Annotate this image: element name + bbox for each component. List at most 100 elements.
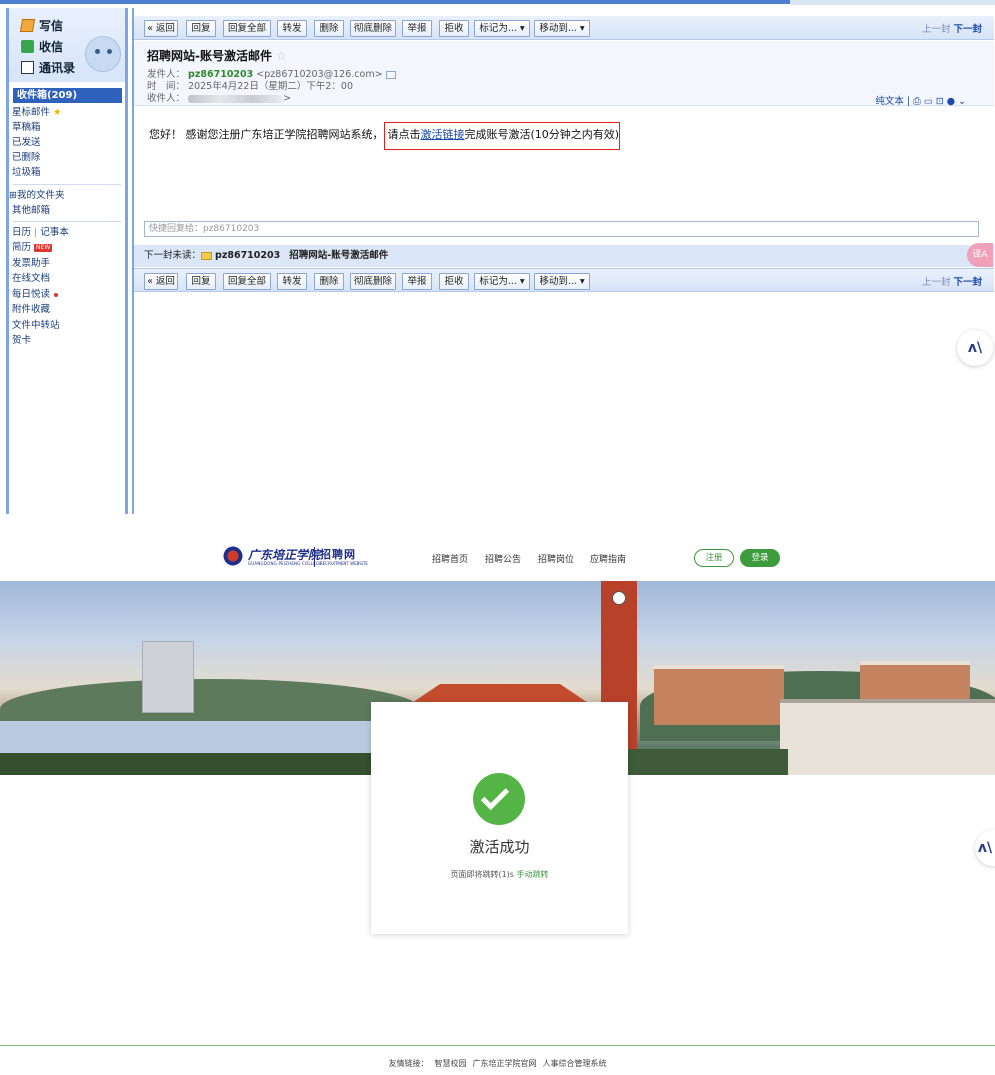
back-button[interactable]: « 返回	[144, 20, 178, 37]
mark-as-dropdown[interactable]: 标记为... ▾	[474, 273, 530, 290]
contacts-button[interactable]: 通讯录	[21, 59, 75, 76]
activation-success-card: 激活成功 页面即将跳转(1)s 手动跳转	[371, 702, 628, 934]
reply-button[interactable]: 回复	[186, 273, 216, 290]
ai-assistant-icon[interactable]: ʌ\	[957, 330, 993, 366]
reply-button[interactable]: 回复	[186, 20, 216, 37]
sidebar-item-invoice[interactable]: 发票助手	[12, 258, 50, 270]
banner-trees	[628, 749, 788, 775]
sidebar-item-online-docs[interactable]: 在线文档	[12, 273, 50, 285]
translate-icon[interactable]: 译A	[967, 243, 993, 267]
footer-divider	[0, 1045, 995, 1046]
back-button[interactable]: « 返回	[144, 273, 178, 290]
contact-card-icon[interactable]	[385, 70, 396, 79]
report-button[interactable]: 举报	[402, 273, 432, 290]
footer-link-smart-campus[interactable]: 智慧校园	[435, 1059, 467, 1068]
banner-building	[142, 641, 194, 713]
sidebar-header: 写信 收信 通讯录	[9, 8, 125, 82]
mascot-avatar-icon	[85, 36, 121, 72]
quick-reply-input[interactable]: 快捷回复给：pz86710203	[144, 221, 979, 237]
write-mail-button[interactable]: 写信	[19, 17, 63, 34]
to-label: 收件人：	[147, 93, 186, 104]
sidebar-item-greeting-card[interactable]: 贺卡	[12, 335, 31, 347]
sidebar-item-notes[interactable]: 记事本	[40, 227, 69, 238]
redacted-recipient	[188, 94, 284, 103]
move-to-dropdown[interactable]: 移动到... ▾	[534, 20, 590, 37]
reject-button[interactable]: 拒收	[439, 20, 469, 37]
nav-positions[interactable]: 招聘岗位	[538, 552, 574, 565]
nav-home[interactable]: 招聘首页	[432, 552, 468, 565]
mail-toolbar-bottom: « 返回 回复 回复全部 转发 删除 彻底删除 举报 拒收 标记为... ▾ 移…	[134, 268, 994, 292]
new-badge: NEW	[34, 243, 53, 252]
favorite-star-icon[interactable]: ☆	[276, 49, 287, 63]
next-unread-bar: 下一封未读： pz86710203 招聘网站-账号激活邮件	[134, 245, 994, 267]
sidebar-item-deleted[interactable]: 已删除	[12, 152, 41, 164]
sidebar-item-other-mailbox[interactable]: 其他邮箱	[12, 205, 50, 217]
next-mail-link[interactable]: 下一封	[953, 24, 982, 35]
footer-links-label: 友情链接：	[388, 1059, 429, 1068]
sidebar-item-starred[interactable]: 星标邮件 ★	[12, 107, 62, 119]
logo-site-name-en: RECRUITMENT WEBSITE	[320, 561, 368, 566]
sidebar-item-spam[interactable]: 垃圾箱	[12, 167, 41, 179]
body-suffix: 完成账号激活(10分钟之内有效)	[464, 128, 620, 141]
prev-mail-link[interactable]: 上一封	[922, 24, 951, 35]
nav-guide[interactable]: 应聘指南	[590, 552, 626, 565]
login-button[interactable]: 登录	[740, 549, 780, 567]
my-folders-label: 我的文件夹	[16, 190, 65, 201]
unread-dot-icon	[54, 292, 59, 297]
to-suffix: >	[283, 93, 292, 104]
move-to-dropdown[interactable]: 移动到... ▾	[534, 273, 590, 290]
register-button[interactable]: 注册	[694, 549, 734, 567]
contacts-label: 通讯录	[39, 61, 76, 75]
next-unread-label: 下一封未读：	[144, 250, 202, 261]
clock-icon	[612, 591, 626, 605]
sidebar-item-calendar[interactable]: 日历	[12, 227, 31, 238]
inbox-download-icon	[21, 40, 34, 53]
resume-label: 简历	[12, 242, 32, 253]
receive-mail-button[interactable]: 收信	[21, 38, 63, 55]
next-unread-subject[interactable]: 招聘网站-账号激活邮件	[289, 250, 388, 261]
sidebar-divider	[13, 221, 121, 222]
sidebar-item-attachments[interactable]: 附件收藏	[12, 304, 50, 316]
prev-mail-link[interactable]: 上一封	[922, 277, 951, 288]
expand-plus-icon: ⊞	[9, 190, 17, 201]
mail-toolbar-top: « 返回 回复 回复全部 转发 删除 彻底删除 举报 拒收 标记为... ▾ 移…	[134, 16, 994, 40]
mail-reading-pane: « 返回 回复 回复全部 转发 删除 彻底删除 举报 拒收 标记为... ▾ 移…	[132, 8, 995, 514]
plain-text-toggle[interactable]: 纯文本 | ⎙ ▭ ⊡ ● ⌄	[875, 93, 966, 107]
delete-button[interactable]: 删除	[314, 273, 344, 290]
reply-all-button[interactable]: 回复全部	[223, 20, 271, 37]
sidebar-item-my-folders[interactable]: ⊞我的文件夹	[9, 190, 64, 202]
activation-link[interactable]: 激活链接	[421, 128, 465, 141]
reject-button[interactable]: 拒收	[439, 273, 469, 290]
nav-announcements[interactable]: 招聘公告	[485, 552, 521, 565]
sidebar-item-resume[interactable]: 简历 NEW	[12, 242, 53, 254]
forward-button[interactable]: 转发	[277, 20, 307, 37]
daily-read-label: 每日悦读	[12, 289, 51, 300]
contacts-card-icon	[21, 61, 34, 74]
banner-building	[654, 665, 784, 725]
sidebar-item-drafts[interactable]: 草稿箱	[12, 122, 41, 134]
footer-link-college-site[interactable]: 广东培正学院官网	[473, 1059, 537, 1068]
prev-next-nav: 上一封 下一封	[922, 21, 982, 35]
site-footer: 友情链接： 智慧校园 广东培正学院官网 人事综合管理系统	[0, 1058, 995, 1069]
permanent-delete-button[interactable]: 彻底删除	[350, 273, 396, 290]
mail-to-row: 收件人： >	[147, 90, 291, 104]
banner-trees	[0, 753, 400, 775]
checkmark-icon	[480, 781, 510, 811]
sidebar-item-file-transfer[interactable]: 文件中转站	[12, 320, 60, 332]
reply-all-button[interactable]: 回复全部	[223, 273, 271, 290]
manual-redirect-link[interactable]: 手动跳转	[517, 870, 549, 879]
sidebar-item-daily-read[interactable]: 每日悦读	[12, 289, 59, 301]
next-unread-sender[interactable]: pz86710203	[215, 250, 280, 261]
mark-as-dropdown[interactable]: 标记为... ▾	[474, 20, 530, 37]
delete-button[interactable]: 删除	[314, 20, 344, 37]
body-greeting: 您好！ 感谢您注册广东培正学院招聘网站系统，	[149, 128, 384, 141]
next-mail-link[interactable]: 下一封	[953, 277, 982, 288]
permanent-delete-button[interactable]: 彻底删除	[350, 20, 396, 37]
star-icon: ★	[53, 107, 62, 118]
sidebar-item-inbox[interactable]: 收件箱(209)	[13, 88, 122, 103]
report-button[interactable]: 举报	[402, 20, 432, 37]
sidebar-item-sent[interactable]: 已发送	[12, 137, 41, 149]
footer-link-hr-system[interactable]: 人事综合管理系统	[543, 1059, 607, 1068]
forward-button[interactable]: 转发	[277, 273, 307, 290]
pencil-icon	[19, 19, 36, 32]
